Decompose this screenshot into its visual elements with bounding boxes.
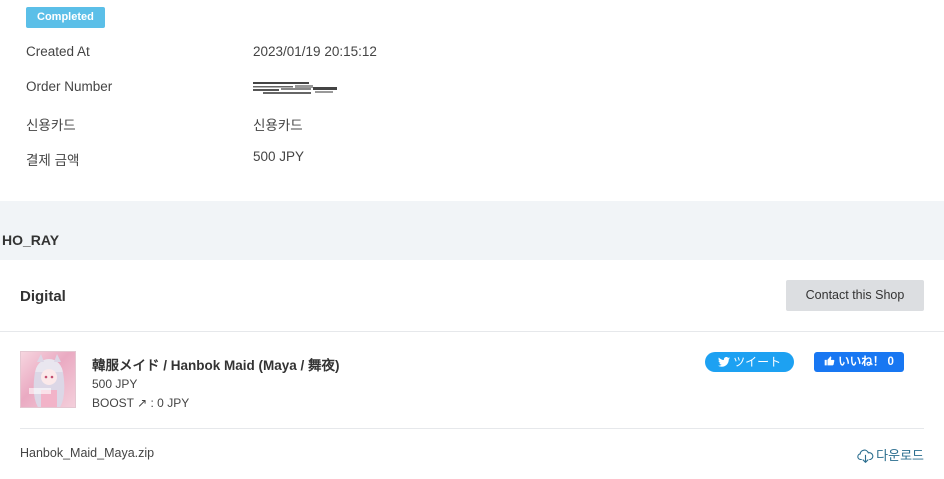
item-thumbnail[interactable] (20, 351, 76, 408)
item-boost: BOOST ↗ : 0 JPY (92, 396, 190, 410)
order-row-number: Order Number (26, 79, 906, 99)
like-label: いいね！ 0 (838, 356, 894, 368)
row-label: Order Number (26, 79, 113, 94)
item-price: 500 JPY (92, 377, 138, 391)
download-link[interactable]: 다운로드 (857, 445, 924, 464)
row-value: 신용카드 (253, 118, 303, 133)
twitter-bird-icon (717, 357, 730, 367)
cloud-download-icon (857, 449, 874, 463)
row-value: 500 JPY (253, 149, 305, 164)
row-value: 2023/01/19 20:15:12 (253, 44, 377, 59)
redacted-order-number (253, 82, 337, 94)
card-title: Digital (20, 288, 66, 305)
order-row-amount: 결제 금액 500 JPY (26, 149, 906, 169)
row-label: 결제 금액 (26, 153, 80, 168)
row-label: Created At (26, 44, 90, 59)
order-summary: Completed Created At 2023/01/19 20:15:12… (0, 0, 944, 201)
tweet-button[interactable]: ツイート (705, 352, 794, 372)
divider (0, 331, 944, 332)
order-row-created: Created At 2023/01/19 20:15:12 (26, 44, 906, 64)
section-background (0, 201, 944, 260)
row-label: 신용카드 (26, 118, 76, 133)
tweet-label: ツイート (733, 355, 782, 369)
thumbnail-illustration (29, 354, 65, 407)
facebook-like-button[interactable]: いいね！ 0 (814, 352, 904, 372)
status-badge: Completed (26, 7, 105, 28)
thumbs-up-icon (824, 356, 835, 366)
order-row-payment: 신용카드 신용카드 (26, 114, 906, 134)
shop-name: HO_RAY (2, 232, 60, 248)
file-name: Hanbok_Maid_Maya.zip (20, 446, 155, 460)
divider (20, 428, 924, 429)
contact-shop-button[interactable]: Contact this Shop (786, 280, 924, 311)
download-label: 다운로드 (876, 448, 924, 463)
order-card: Digital Contact this Shop 韓服メイド / Hanbok… (0, 260, 944, 479)
item-name-link[interactable]: 韓服メイド / Hanbok Maid (Maya / 舞夜) (92, 354, 340, 374)
